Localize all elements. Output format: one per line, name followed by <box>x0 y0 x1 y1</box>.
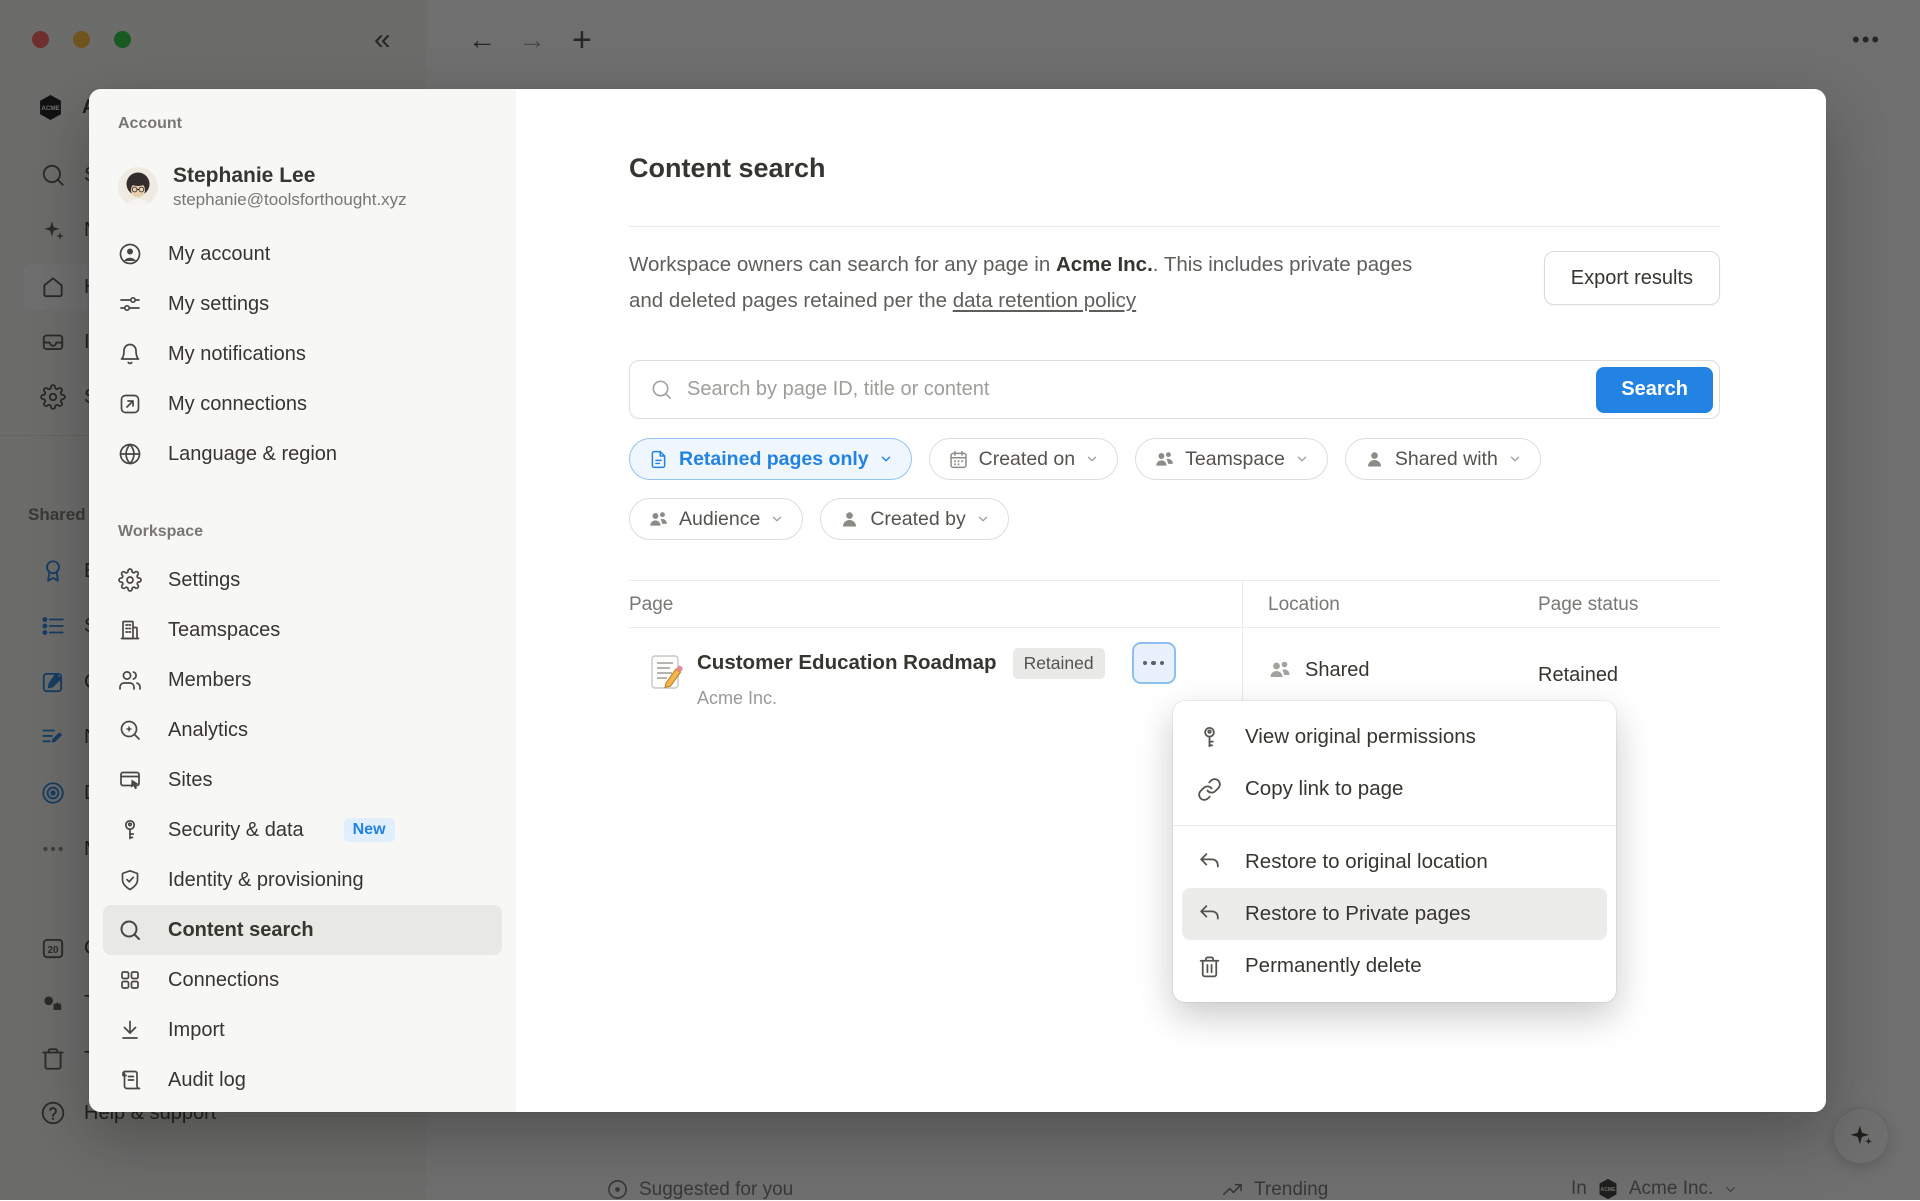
chevron-down-icon <box>879 452 893 466</box>
people-icon <box>1268 658 1292 682</box>
chevron-down-icon <box>1085 452 1099 466</box>
user-name: Stephanie Lee <box>173 163 407 189</box>
account-menu: My account My settings My notifications … <box>103 229 502 479</box>
sidebar-item-my-account[interactable]: My account <box>103 229 502 279</box>
page-workspace-subtitle: Acme Inc. <box>697 688 777 709</box>
memo-page-icon <box>645 652 685 692</box>
data-retention-policy-link[interactable]: data retention policy <box>953 289 1136 312</box>
content-search-bar: Search <box>629 360 1720 419</box>
search-icon <box>650 378 673 401</box>
undo-icon <box>1197 902 1222 927</box>
chevron-down-icon <box>1295 452 1309 466</box>
sidebar-item-my-settings[interactable]: My settings <box>103 279 502 329</box>
workspace-menu: Settings Teamspaces Members Analytics Si… <box>103 555 502 1105</box>
column-header-page: Page <box>629 594 673 616</box>
menu-item-view-original-permissions[interactable]: View original permissions <box>1182 711 1607 763</box>
calendar-icon <box>948 449 969 470</box>
sliders-icon <box>118 292 142 316</box>
sidebar-item-my-connections[interactable]: My connections <box>103 379 502 429</box>
people-icon <box>118 668 142 692</box>
bell-icon <box>118 342 142 366</box>
sidebar-item-audit-log[interactable]: Audit log <box>103 1055 502 1105</box>
export-results-button[interactable]: Export results <box>1544 251 1720 305</box>
location-cell: Shared <box>1268 658 1370 682</box>
building-icon <box>118 618 142 642</box>
retained-badge: Retained <box>1013 648 1105 679</box>
person-icon <box>839 509 860 530</box>
globe-icon <box>118 442 142 466</box>
sidebar-item-import[interactable]: Import <box>103 1005 502 1055</box>
results-table-header: Page Location Page status <box>629 580 1720 628</box>
filter-audience[interactable]: Audience <box>629 498 803 540</box>
menu-item-copy-link-to-page[interactable]: Copy link to page <box>1182 763 1607 815</box>
sidebar-item-members[interactable]: Members <box>103 655 502 705</box>
workspace-section-label: Workspace <box>118 523 502 541</box>
page-title: Content search <box>629 153 826 184</box>
grid-icon <box>118 968 142 992</box>
sidebar-item-language-region[interactable]: Language & region <box>103 429 502 479</box>
people-icon <box>1154 449 1175 470</box>
sidebar-item-sites[interactable]: Sites <box>103 755 502 805</box>
person-circle-icon <box>118 242 142 266</box>
magnifier-icon <box>118 918 142 942</box>
content-search-panel: Content search Workspace owners can sear… <box>516 89 1826 1112</box>
new-badge: New <box>344 818 395 842</box>
sidebar-item-teamspaces[interactable]: Teamspaces <box>103 605 502 655</box>
filter-shared-with[interactable]: Shared with <box>1345 438 1541 480</box>
column-header-page-status: Page status <box>1538 594 1638 616</box>
menu-item-permanently-delete[interactable]: Permanently delete <box>1182 940 1607 992</box>
account-user-row[interactable]: Stephanie Lee stephanie@toolsforthought.… <box>118 159 502 215</box>
filter-teamspace[interactable]: Teamspace <box>1135 438 1328 480</box>
key-icon <box>118 818 142 842</box>
search-button[interactable]: Search <box>1596 367 1713 413</box>
row-actions-menu: View original permissions Copy link to p… <box>1173 701 1616 1002</box>
menu-item-restore-to-private-pages[interactable]: Restore to Private pages <box>1182 888 1607 940</box>
search-input[interactable] <box>687 378 1596 401</box>
avatar <box>118 167 158 207</box>
gear-icon <box>118 568 142 592</box>
title-divider <box>629 226 1720 227</box>
sidebar-item-settings[interactable]: Settings <box>103 555 502 605</box>
shield-check-icon <box>118 868 142 892</box>
user-email: stephanie@toolsforthought.xyz <box>173 189 407 211</box>
people-icon <box>648 509 669 530</box>
filter-retained-pages-only[interactable]: Retained pages only <box>629 438 912 480</box>
account-section-label: Account <box>118 115 502 133</box>
person-icon <box>1364 449 1385 470</box>
chevron-down-icon <box>1508 452 1522 466</box>
menu-divider <box>1173 825 1616 826</box>
menu-item-restore-to-original-location[interactable]: Restore to original location <box>1182 836 1607 888</box>
page-status-cell: Retained <box>1538 664 1618 687</box>
filter-row-2: Audience Created by <box>629 498 1009 540</box>
magnifier-sparkle-icon <box>118 718 142 742</box>
page-title-cell[interactable]: Customer Education Roadmap <box>697 651 997 675</box>
browser-cursor-icon <box>118 768 142 792</box>
download-icon <box>118 1018 142 1042</box>
sidebar-item-identity-provisioning[interactable]: Identity & provisioning <box>103 855 502 905</box>
chevron-down-icon <box>770 512 784 526</box>
page-description: Workspace owners can search for any page… <box>629 247 1429 319</box>
row-actions-button[interactable] <box>1132 642 1176 684</box>
settings-sidebar: Account Stephanie Lee stephanie@toolsfor… <box>89 89 516 1112</box>
sidebar-item-content-search[interactable]: Content search <box>103 905 502 955</box>
sidebar-item-connections[interactable]: Connections <box>103 955 502 1005</box>
scroll-icon <box>118 1068 142 1092</box>
chevron-down-icon <box>976 512 990 526</box>
undo-icon <box>1197 850 1222 875</box>
column-header-location: Location <box>1268 594 1340 616</box>
page-icon <box>648 449 669 470</box>
arrow-up-right-square-icon <box>118 392 142 416</box>
filter-row-1: Retained pages only Created on Teamspace… <box>629 438 1541 480</box>
sidebar-item-analytics[interactable]: Analytics <box>103 705 502 755</box>
filter-created-on[interactable]: Created on <box>929 438 1118 480</box>
trash-icon <box>1197 954 1222 979</box>
filter-created-by[interactable]: Created by <box>820 498 1008 540</box>
sidebar-item-security-data[interactable]: Security & data New <box>103 805 502 855</box>
sidebar-item-my-notifications[interactable]: My notifications <box>103 329 502 379</box>
workspace-name: Acme Inc. <box>1056 253 1153 276</box>
link-icon <box>1197 777 1222 802</box>
key-icon <box>1197 725 1222 750</box>
